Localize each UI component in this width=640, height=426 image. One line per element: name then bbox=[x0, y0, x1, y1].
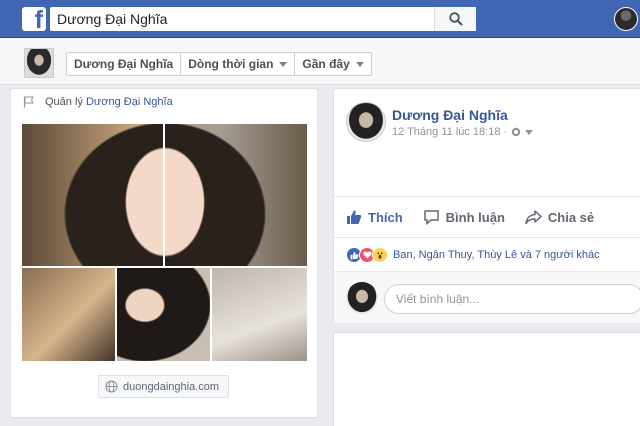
post-author-avatar[interactable] bbox=[346, 102, 386, 142]
search-bar bbox=[50, 7, 476, 31]
share-label: Chia sẻ bbox=[547, 209, 595, 225]
profile-thumbnail[interactable] bbox=[24, 48, 54, 78]
breadcrumb-label: Gần đây bbox=[302, 57, 350, 71]
comment-composer bbox=[334, 271, 640, 323]
facebook-logo-letter: f bbox=[34, 7, 43, 31]
post-timestamp-row: 12 Tháng 11 lúc 18:18 · bbox=[392, 126, 534, 138]
comment-label: Bình luận bbox=[445, 209, 505, 225]
wow-reaction-icon bbox=[372, 247, 388, 263]
website-link[interactable]: duongdainghia.com bbox=[98, 375, 230, 398]
breadcrumb: Dương Đại Nghĩa Dòng thời gian Gần đây bbox=[66, 52, 372, 76]
manage-prefix: Quản lý bbox=[45, 96, 83, 108]
breadcrumb-label: Dương Đại Nghĩa bbox=[74, 57, 174, 71]
breadcrumb-recent[interactable]: Gần đây bbox=[295, 52, 372, 76]
photo-collage[interactable] bbox=[22, 124, 307, 361]
share-icon bbox=[525, 210, 542, 225]
facebook-logo-icon[interactable]: f bbox=[22, 7, 46, 31]
globe-icon[interactable] bbox=[511, 127, 521, 137]
shared-link-card: Quản lý Dương Đại Nghĩa duongdainghia.co… bbox=[10, 88, 318, 418]
breadcrumb-timeline[interactable]: Dòng thời gian bbox=[181, 52, 296, 76]
chevron-down-icon bbox=[279, 61, 288, 67]
manage-page-link[interactable]: Dương Đại Nghĩa bbox=[86, 96, 173, 108]
manage-row: Quản lý Dương Đại Nghĩa bbox=[23, 93, 173, 111]
like-label: Thích bbox=[368, 209, 403, 225]
like-button[interactable]: Thích bbox=[346, 209, 403, 225]
chevron-down-icon[interactable] bbox=[525, 129, 534, 135]
post-action-bar: Thích Bình luận Chia sẻ bbox=[334, 196, 640, 238]
breadcrumb-profile-name[interactable]: Dương Đại Nghĩa bbox=[66, 52, 182, 76]
flag-icon bbox=[23, 96, 34, 108]
photo-thumbnail[interactable] bbox=[117, 268, 210, 361]
post-timestamp[interactable]: 12 Tháng 11 lúc 18:18 · bbox=[392, 126, 507, 138]
photo-main[interactable] bbox=[22, 124, 307, 266]
chevron-down-icon bbox=[355, 61, 364, 67]
breadcrumb-label: Dòng thời gian bbox=[188, 57, 274, 71]
comment-icon bbox=[423, 210, 439, 225]
website-label: duongdainghia.com bbox=[123, 380, 220, 393]
photo-thumbnail[interactable] bbox=[22, 268, 115, 361]
comment-button[interactable]: Bình luận bbox=[423, 209, 505, 225]
reactions-summary[interactable]: Ban, Ngân Thuy, Thùy Lê và 7 người khác bbox=[346, 246, 600, 264]
search-input[interactable] bbox=[50, 7, 434, 31]
top-navigation-bar: f bbox=[0, 0, 640, 38]
photo-thumbnail[interactable] bbox=[212, 268, 307, 361]
like-icon bbox=[347, 210, 362, 224]
next-post-card bbox=[333, 332, 640, 426]
user-avatar[interactable] bbox=[614, 7, 638, 31]
search-button[interactable] bbox=[434, 7, 476, 31]
post-author-name[interactable]: Dương Đại Nghĩa bbox=[392, 107, 508, 123]
share-button[interactable]: Chia sẻ bbox=[525, 209, 594, 225]
reactions-text: Ban, Ngân Thuy, Thùy Lê và 7 người khác bbox=[393, 249, 600, 261]
search-icon bbox=[448, 12, 463, 26]
globe-icon bbox=[105, 380, 118, 393]
comment-input[interactable] bbox=[384, 284, 640, 314]
commenter-avatar bbox=[346, 282, 378, 314]
post-card: Dương Đại Nghĩa 12 Tháng 11 lúc 18:18 · … bbox=[333, 88, 640, 323]
